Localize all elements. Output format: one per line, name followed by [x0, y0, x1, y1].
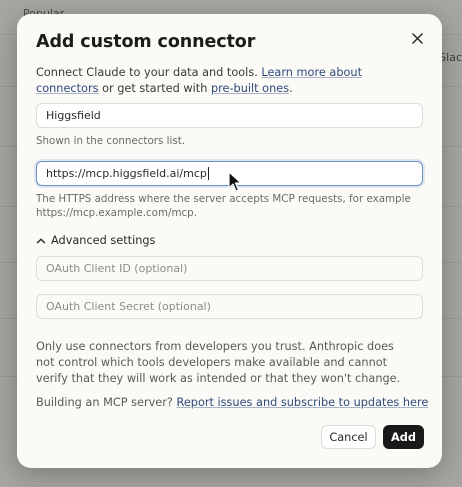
prebuilt-connectors-link[interactable]: pre-built ones [211, 82, 289, 95]
oauth-client-secret-input[interactable]: OAuth Client Secret (optional) [36, 294, 423, 319]
intro-text-part: Connect Claude to your data and tools. [36, 66, 262, 79]
server-url-value: https://mcp.higgsfield.ai/mcp [46, 167, 207, 180]
mcp-server-note: Building an MCP server? Report issues an… [36, 396, 428, 409]
connector-name-helper: Shown in the connectors list. [36, 135, 186, 147]
intro-text-part: or get started with [98, 82, 211, 95]
intro-text: Connect Claude to your data and tools. L… [36, 65, 421, 97]
connector-name-input[interactable]: Higgsfield [36, 103, 423, 128]
cancel-button[interactable]: Cancel [321, 425, 376, 449]
add-connector-dialog: Add custom connector Connect Claude to y… [17, 14, 442, 468]
mouse-pointer-icon [228, 171, 242, 192]
oauth-client-id-input[interactable]: OAuth Client ID (optional) [36, 256, 423, 281]
chevron-up-icon [36, 238, 46, 243]
trust-warning-text: Only use connectors from developers you … [36, 340, 401, 385]
close-button[interactable] [408, 29, 426, 47]
oauth-client-secret-placeholder: OAuth Client Secret (optional) [46, 300, 211, 313]
add-button[interactable]: Add [383, 425, 424, 449]
intro-text-part: . [289, 82, 293, 95]
dialog-title: Add custom connector [36, 32, 256, 52]
close-icon [411, 32, 423, 44]
oauth-client-id-placeholder: OAuth Client ID (optional) [46, 262, 188, 275]
report-issues-link[interactable]: Report issues and subscribe to updates h… [176, 396, 428, 409]
advanced-settings-label: Advanced settings [51, 234, 156, 247]
server-url-helper: The HTTPS address where the server accep… [36, 193, 411, 219]
connector-name-value: Higgsfield [46, 109, 101, 122]
text-caret [207, 167, 209, 180]
advanced-settings-toggle[interactable]: Advanced settings [36, 234, 155, 247]
mcp-server-note-text: Building an MCP server? [36, 396, 177, 409]
